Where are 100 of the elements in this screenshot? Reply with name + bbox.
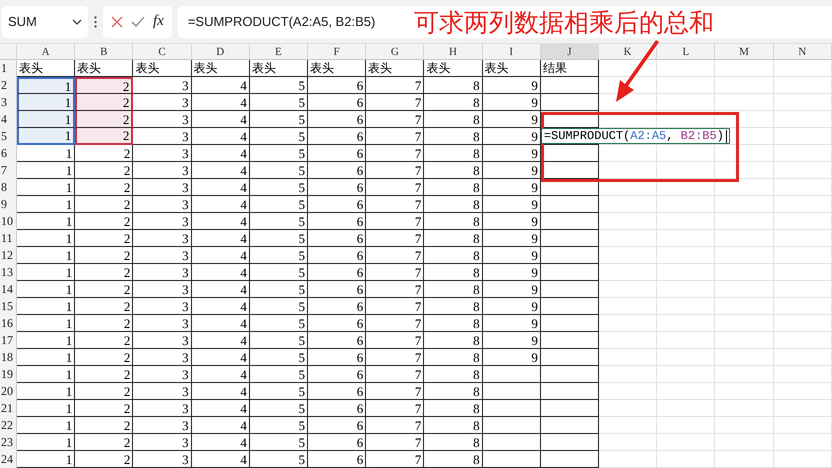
- row-header[interactable]: 22: [0, 417, 17, 434]
- column-header[interactable]: F: [308, 44, 366, 60]
- row-header[interactable]: 17: [0, 332, 17, 349]
- check-icon[interactable]: [131, 16, 145, 27]
- cell-text: 6: [356, 248, 364, 262]
- table-cell: [774, 60, 832, 77]
- cell-text: 9: [531, 266, 538, 278]
- cell-text: 9: [531, 146, 538, 160]
- column-header[interactable]: M: [715, 44, 774, 60]
- cell-text: 8: [473, 334, 480, 346]
- row-header[interactable]: 6: [0, 145, 17, 162]
- table-cell: [715, 94, 774, 111]
- cell-text: 7: [414, 300, 422, 312]
- insert-function-button[interactable]: fx: [153, 13, 164, 30]
- cell-text: 6: [356, 214, 364, 228]
- cell-text: 表头: [484, 62, 509, 74]
- row-header[interactable]: 5: [0, 128, 17, 145]
- cell-text: 5: [298, 130, 306, 142]
- row-header[interactable]: 12: [0, 247, 17, 264]
- row-header[interactable]: 9: [0, 196, 17, 213]
- column-header[interactable]: A: [17, 44, 76, 60]
- table-cell: [657, 315, 716, 332]
- column-header[interactable]: H: [424, 44, 483, 60]
- annotation-text: 可求两列数据相乘后的总和: [414, 8, 714, 38]
- cell-text: 2: [124, 418, 130, 432]
- column-header[interactable]: I: [482, 44, 541, 60]
- cell-text: 3: [182, 368, 189, 380]
- cell-text: 8: [473, 232, 480, 244]
- column-header[interactable]: N: [774, 44, 832, 60]
- cell-text: 2: [124, 452, 130, 466]
- cell-text: 1: [66, 180, 72, 194]
- table-cell: [715, 179, 774, 196]
- cell-text: 1: [66, 282, 72, 296]
- table-cell: [599, 196, 658, 213]
- column-header[interactable]: E: [250, 44, 308, 60]
- row-header[interactable]: 24: [0, 451, 17, 468]
- cell-text: 7: [414, 146, 422, 160]
- column-header[interactable]: L: [657, 44, 716, 60]
- row-header[interactable]: 1: [0, 60, 17, 77]
- cell-text: 2: [124, 384, 130, 398]
- row-header[interactable]: 21: [0, 400, 17, 417]
- row-header[interactable]: 13: [0, 264, 17, 281]
- cell-text: 5: [298, 198, 306, 210]
- column-header[interactable]: D: [192, 44, 250, 60]
- row-header[interactable]: 23: [0, 434, 17, 451]
- cell-text: 1: [66, 402, 72, 414]
- cell-formula-editor[interactable]: =SUMPRODUCT(A2:A5, B2:B5): [540, 128, 730, 144]
- cell-text: 5: [298, 316, 306, 330]
- cell-text: 1: [66, 368, 72, 380]
- table-cell: [657, 77, 716, 94]
- cell-text: 表头: [135, 62, 160, 74]
- cell-text: 8: [473, 282, 480, 296]
- column-header[interactable]: C: [133, 44, 192, 60]
- cell-text: 3: [182, 146, 189, 160]
- cell-text: 3: [182, 96, 189, 108]
- row-header[interactable]: 14: [0, 281, 17, 298]
- cell-text: 4: [240, 164, 247, 176]
- row-header[interactable]: 11: [0, 230, 17, 247]
- table-cell: [599, 298, 658, 315]
- cell-text: 7: [414, 350, 422, 364]
- cell-text: 4: [240, 350, 247, 364]
- cell-text: 8: [473, 198, 480, 210]
- cell-text: 表头: [19, 62, 43, 74]
- row-header[interactable]: 19: [0, 366, 17, 383]
- cell-text: 1: [66, 266, 72, 278]
- row-header[interactable]: 8: [0, 179, 17, 196]
- cell-text: 7: [414, 418, 422, 432]
- cell-text: 1: [66, 214, 72, 228]
- cell-text: 6: [356, 112, 364, 126]
- chevron-down-icon[interactable]: [72, 18, 82, 24]
- table-cell: [657, 366, 716, 383]
- column-header[interactable]: G: [366, 44, 424, 60]
- name-box[interactable]: SUM: [2, 6, 88, 38]
- row-header[interactable]: 18: [0, 349, 17, 366]
- cell-text: 4: [240, 282, 247, 296]
- cell-text: 9: [531, 130, 538, 142]
- cell-text: 1: [64, 129, 72, 142]
- cell-text: 3: [182, 418, 189, 432]
- row-header[interactable]: 15: [0, 298, 17, 315]
- row-header[interactable]: 16: [0, 315, 17, 332]
- column-header[interactable]: B: [75, 44, 134, 60]
- cell-text: 9: [531, 248, 538, 262]
- cell-text: 5: [298, 78, 306, 92]
- cell-text: 8: [473, 300, 480, 312]
- table-cell: [599, 315, 658, 332]
- row-header[interactable]: 4: [0, 111, 17, 128]
- column-header[interactable]: K: [599, 44, 658, 60]
- table-cell: [715, 145, 774, 162]
- cell-text: 6: [356, 350, 364, 364]
- cell-text: 8: [473, 402, 480, 414]
- cell-text: 1: [66, 316, 72, 330]
- cell-text: 2: [124, 368, 130, 380]
- row-header[interactable]: 20: [0, 383, 17, 400]
- row-header[interactable]: 7: [0, 162, 17, 179]
- cancel-icon[interactable]: [111, 16, 123, 28]
- row-header[interactable]: 3: [0, 94, 17, 111]
- row-header[interactable]: 2: [0, 77, 17, 94]
- row-header[interactable]: 10: [0, 213, 17, 230]
- table-cell: [774, 298, 832, 315]
- column-header[interactable]: J: [540, 44, 600, 60]
